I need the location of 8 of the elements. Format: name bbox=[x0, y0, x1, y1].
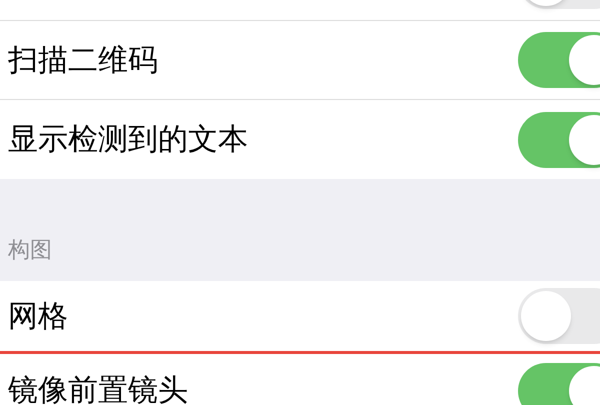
section-header: 构图 bbox=[8, 237, 52, 265]
setting-label: 显示检测到的文本 bbox=[8, 121, 248, 159]
toggle-switch[interactable] bbox=[518, 288, 600, 344]
setting-label: 镜像前置镜头 bbox=[8, 372, 188, 405]
toggle-switch[interactable] bbox=[518, 32, 600, 88]
setting-label: 网格 bbox=[8, 298, 68, 336]
toggle-switch[interactable] bbox=[518, 112, 600, 168]
setting-label: 扫描二维码 bbox=[8, 42, 158, 80]
